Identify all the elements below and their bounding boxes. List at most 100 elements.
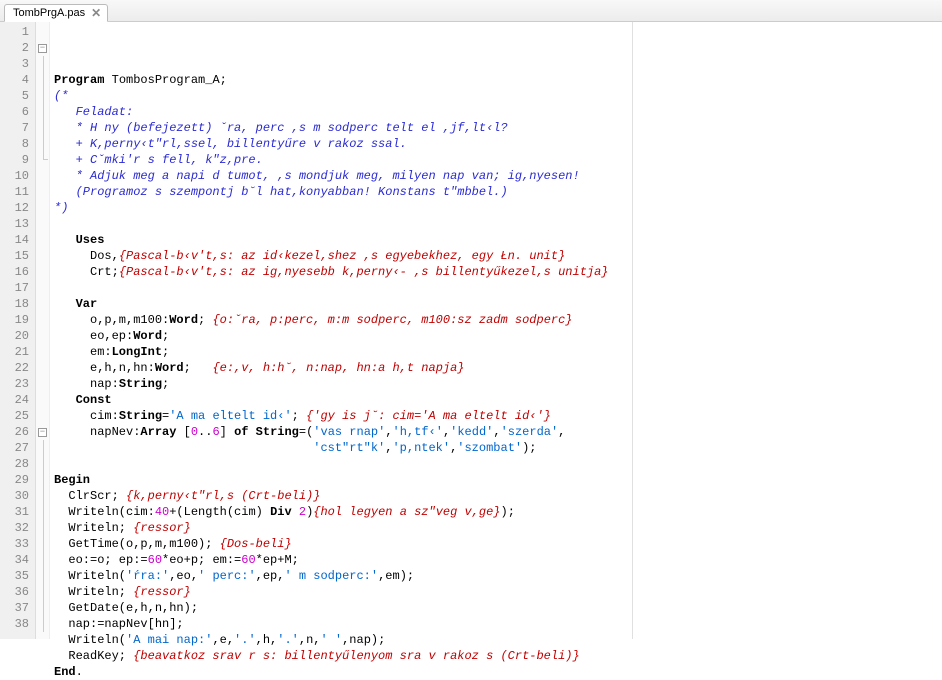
fold-cell[interactable] (36, 312, 49, 328)
code-line[interactable]: o,p,m,m100:Word; {o:ˇra, p:perc, m:m sod… (54, 312, 942, 328)
line-number: 5 (0, 88, 35, 104)
fold-cell[interactable] (36, 616, 49, 632)
fold-cell[interactable] (36, 88, 49, 104)
code-line[interactable]: Writeln; {ressor} (54, 584, 942, 600)
fold-cell[interactable] (36, 488, 49, 504)
line-number: 21 (0, 344, 35, 360)
code-line[interactable]: + Cˇmki'r s fell, k"z,pre. (54, 152, 942, 168)
line-number: 14 (0, 232, 35, 248)
fold-cell[interactable] (36, 200, 49, 216)
line-number: 19 (0, 312, 35, 328)
fold-cell[interactable] (36, 280, 49, 296)
code-line[interactable]: Program TombosProgram_A; (54, 72, 942, 88)
fold-cell[interactable] (36, 440, 49, 456)
code-line[interactable]: em:LongInt; (54, 344, 942, 360)
code-line[interactable]: (* (54, 88, 942, 104)
line-number: 2 (0, 40, 35, 56)
print-margin-ruler (632, 22, 633, 639)
tab-bar: TombPrgA.pas ✕ (0, 0, 942, 22)
code-line[interactable]: ClrScr; {k,perny‹t"rl,s (Crt-beli)} (54, 488, 942, 504)
fold-cell[interactable] (36, 216, 49, 232)
code-line[interactable]: Writeln('ŕra:',eo,' perc:',ep,' m sodper… (54, 568, 942, 584)
fold-cell[interactable] (36, 456, 49, 472)
line-number-gutter: 1234567891011121314151617181920212223242… (0, 22, 36, 639)
code-line[interactable]: Var (54, 296, 942, 312)
code-line[interactable]: e,h,n,hn:Word; {e:,v, h:h˘, n:nap, hn:a … (54, 360, 942, 376)
fold-column[interactable]: −− (36, 22, 50, 639)
code-line[interactable]: End. (54, 664, 942, 680)
fold-cell[interactable] (36, 120, 49, 136)
code-line[interactable]: ReadKey; {beavatkoz srav r s: billentyűl… (54, 648, 942, 664)
fold-cell[interactable] (36, 552, 49, 568)
fold-cell[interactable] (36, 584, 49, 600)
fold-cell[interactable] (36, 376, 49, 392)
fold-cell[interactable] (36, 184, 49, 200)
code-line[interactable] (54, 216, 942, 232)
code-line[interactable]: GetDate(e,h,n,hn); (54, 600, 942, 616)
fold-cell[interactable] (36, 392, 49, 408)
code-area[interactable]: Program TombosProgram_A;(* Feladat: * H … (50, 22, 942, 639)
fold-cell[interactable] (36, 600, 49, 616)
fold-cell[interactable] (36, 568, 49, 584)
fold-cell[interactable] (36, 152, 49, 168)
code-line[interactable]: Crt;{Pascal-b‹v't,s: az ig,nyesebb k,per… (54, 264, 942, 280)
code-line[interactable]: GetTime(o,p,m,m100); {Dos-beli} (54, 536, 942, 552)
fold-cell[interactable] (36, 408, 49, 424)
line-number: 29 (0, 472, 35, 488)
fold-cell[interactable] (36, 104, 49, 120)
fold-cell[interactable] (36, 248, 49, 264)
fold-cell[interactable] (36, 536, 49, 552)
code-line[interactable]: napNev:Array [0..6] of String=('vas rnap… (54, 424, 942, 440)
line-number: 23 (0, 376, 35, 392)
code-line[interactable]: Const (54, 392, 942, 408)
fold-cell[interactable] (36, 264, 49, 280)
fold-cell[interactable] (36, 520, 49, 536)
code-line[interactable]: Begin (54, 472, 942, 488)
editor[interactable]: 1234567891011121314151617181920212223242… (0, 22, 942, 639)
fold-cell[interactable] (36, 360, 49, 376)
code-line[interactable]: Feladat: (54, 104, 942, 120)
fold-cell[interactable] (36, 344, 49, 360)
fold-cell[interactable] (36, 136, 49, 152)
fold-cell[interactable] (36, 296, 49, 312)
line-number: 26 (0, 424, 35, 440)
code-line[interactable] (54, 280, 942, 296)
code-line[interactable]: *) (54, 200, 942, 216)
code-line[interactable]: Dos,{Pascal-b‹v't,s: az id‹kezel,shez ,s… (54, 248, 942, 264)
code-line[interactable]: * H ny (befejezett) ˇra, perc ,s m sodpe… (54, 120, 942, 136)
code-line[interactable]: * Adjuk meg a napi d tumot, ,s mondjuk m… (54, 168, 942, 184)
code-line[interactable] (54, 456, 942, 472)
code-line[interactable]: Writeln; {ressor} (54, 520, 942, 536)
fold-cell[interactable] (36, 56, 49, 72)
code-line[interactable]: Writeln('A mai nap:',e,'.',h,'.',n,' ',n… (54, 632, 942, 648)
line-number: 8 (0, 136, 35, 152)
code-line[interactable]: (Programoz s szempontj b˘l hat,konyabban… (54, 184, 942, 200)
line-number: 22 (0, 360, 35, 376)
fold-cell[interactable] (36, 72, 49, 88)
fold-cell[interactable] (36, 168, 49, 184)
code-line[interactable]: eo:=o; ep:=60*eo+p; em:=60*ep+M; (54, 552, 942, 568)
line-number: 18 (0, 296, 35, 312)
code-line[interactable]: nap:String; (54, 376, 942, 392)
code-line[interactable]: nap:=napNev[hn]; (54, 616, 942, 632)
fold-minus-icon[interactable]: − (38, 44, 47, 53)
fold-cell[interactable]: − (36, 424, 49, 440)
tab-active[interactable]: TombPrgA.pas ✕ (4, 4, 108, 22)
fold-cell[interactable] (36, 24, 49, 40)
fold-cell[interactable] (36, 232, 49, 248)
fold-cell[interactable] (36, 328, 49, 344)
fold-cell[interactable] (36, 504, 49, 520)
fold-cell[interactable] (36, 472, 49, 488)
fold-minus-icon[interactable]: − (38, 428, 47, 437)
code-line[interactable]: 'cst"rt"k','p,ntek','szombat'); (54, 440, 942, 456)
line-number: 38 (0, 616, 35, 632)
line-number: 31 (0, 504, 35, 520)
code-line[interactable]: Writeln(cim:40+(Length(cim) Div 2){hol l… (54, 504, 942, 520)
code-line[interactable]: Uses (54, 232, 942, 248)
line-number: 27 (0, 440, 35, 456)
fold-cell[interactable]: − (36, 40, 49, 56)
code-line[interactable]: + K,perny‹t"rl,ssel, billentyűre v rakoz… (54, 136, 942, 152)
code-line[interactable]: cim:String='A ma eltelt id‹'; {'gy is j˘… (54, 408, 942, 424)
close-icon[interactable]: ✕ (91, 7, 101, 19)
code-line[interactable]: eo,ep:Word; (54, 328, 942, 344)
